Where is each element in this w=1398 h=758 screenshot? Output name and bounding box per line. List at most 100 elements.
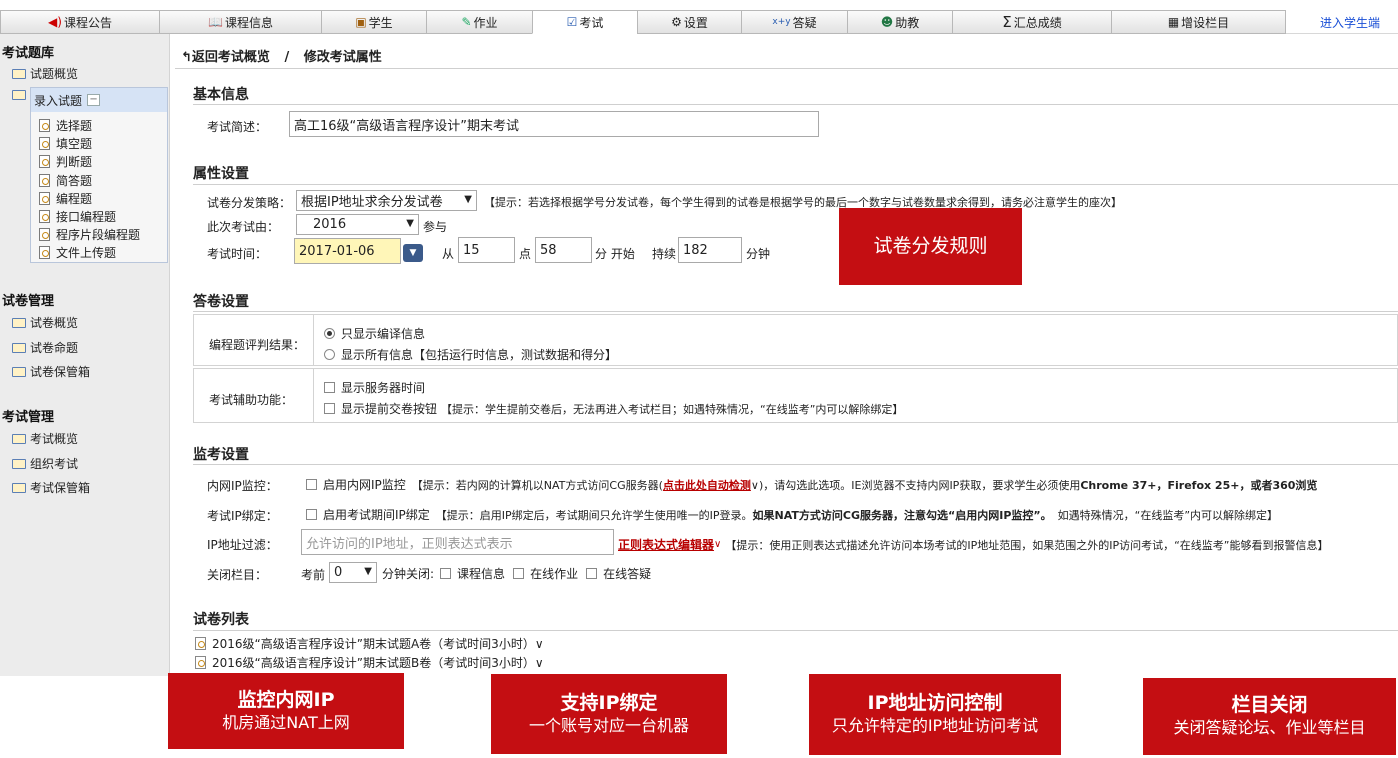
tab-exam[interactable]: ☑ 考试: [532, 10, 638, 34]
tab-assistant[interactable]: ☻ 助教: [847, 10, 953, 34]
hour-label: 点: [519, 247, 532, 261]
section-basic-title: 基本信息: [193, 87, 249, 103]
sidebar-item-choice[interactable]: 选择题: [39, 117, 92, 134]
checkbox-icon[interactable]: [324, 403, 335, 414]
document-icon: [39, 228, 50, 241]
checkbox-icon[interactable]: [306, 479, 317, 490]
breadcrumb: ↰返回考试概览 / 修改考试属性: [181, 46, 382, 65]
checkbox-icon[interactable]: [324, 382, 335, 393]
divider: [193, 311, 1398, 312]
tab-summary[interactable]: Σ 汇总成绩: [952, 10, 1112, 34]
tab-course-info[interactable]: 📖 课程信息: [159, 10, 322, 34]
divider: [175, 68, 1398, 69]
exam-desc-input[interactable]: 高工16级“高级语言程序设计”期末考试: [289, 111, 819, 137]
radio-compile-only[interactable]: 只显示编译信息: [324, 325, 425, 342]
duration-label: 持续: [652, 247, 677, 261]
participant-suffix: 参与: [423, 220, 448, 234]
checkbox-lan-monitor[interactable]: 启用内网IP监控 【提示：若内网的计算机以NAT方式访问CG服务器(点击此处自动…: [306, 476, 1317, 493]
tab-announcement[interactable]: ◀) 课程公告: [0, 10, 160, 34]
exam-date-input[interactable]: 2017-01-06: [294, 238, 401, 264]
tab-homework[interactable]: ✎ 作业: [426, 10, 533, 34]
sidebar-item-paper-vault[interactable]: 试卷保管箱: [12, 363, 90, 380]
back-link[interactable]: 返回考试概览: [192, 50, 270, 65]
grade-select[interactable]: 2016 ▼: [296, 214, 419, 235]
bind-hint-bold: 如果NAT方式访问CG服务器，注意勾选“启用内网IP监控”。: [752, 508, 1052, 522]
strategy-select[interactable]: 根据IP地址求余分发试卷 ▼: [296, 190, 477, 211]
document-icon: [39, 137, 50, 150]
sidebar-item-paper-overview[interactable]: 试卷概览: [12, 314, 78, 331]
sidebar-item-enter-questions[interactable]: 录入试题 −: [31, 88, 167, 112]
assistant-icon: ☻: [880, 15, 894, 29]
document-icon: [39, 246, 50, 259]
callout-close-columns: 栏目关闭 关闭答疑论坛、作业等栏目: [1143, 678, 1396, 755]
checkbox-ip-bind[interactable]: 启用考试期间IP绑定 【提示：启用IP绑定后，考试期间只允许学生使用唯一的IP登…: [306, 506, 1278, 523]
folder-icon: [12, 342, 26, 353]
participant-label: 此次考试由：: [207, 220, 280, 234]
book-icon: 📖: [208, 15, 223, 29]
checkbox-early-submit[interactable]: 显示提前交卷按钮 【提示：学生提前交卷后，无法再进入考试栏目；如遇特殊情况，“在线…: [324, 400, 903, 417]
close-minutes-select[interactable]: 0 ▼: [329, 562, 377, 583]
sidebar-item-true-false[interactable]: 判断题: [39, 153, 92, 170]
radio-selected-icon[interactable]: [324, 328, 335, 339]
sidebar-item-paper-compose[interactable]: 试卷命题: [12, 339, 78, 356]
collapse-icon[interactable]: −: [87, 94, 101, 106]
tab-add-column[interactable]: ▦ 增设栏目: [1111, 10, 1286, 34]
sidebar-item-exam-vault[interactable]: 考试保管箱: [12, 479, 90, 496]
enter-questions-panel: 录入试题 − 选择题 填空题 判断题 简答题 编程题 接口编程题 程序片段编程题 …: [30, 87, 168, 263]
sum-icon: Σ: [1002, 13, 1012, 31]
bind-hint-a: 【提示：启用IP绑定后，考试期间只允许学生使用唯一的IP登录。: [435, 508, 753, 522]
tab-students[interactable]: ▣ 学生: [321, 10, 427, 34]
paper-item-b[interactable]: 2016级“高级语言程序设计”期末试题B卷（考试时间3小时）∨: [195, 654, 544, 671]
main-content: ↰返回考试概览 / 修改考试属性 基本信息 考试简述： 高工16级“高级语言程序…: [175, 34, 1398, 676]
divider: [193, 184, 1398, 185]
bind-hint-b: 如遇特殊情况，“在线监考”内可以解除绑定】: [1057, 508, 1279, 522]
sidebar-item-exam-overview[interactable]: 考试概览: [12, 430, 78, 447]
tab-settings[interactable]: ⚙ 设置: [637, 10, 742, 34]
checkbox-icon[interactable]: [513, 568, 525, 579]
exam-icon: ☑: [566, 15, 578, 29]
speaker-icon: ◀): [48, 15, 62, 29]
exam-time-label: 考试时间：: [207, 247, 268, 261]
auto-detect-link[interactable]: 点击此处自动检测: [663, 477, 751, 493]
dropdown-arrow-icon: ▼: [406, 218, 414, 229]
document-icon: [39, 192, 50, 205]
section-monitor-title: 监考设置: [193, 447, 249, 463]
sidebar-item-organize-exam[interactable]: 组织考试: [12, 455, 78, 472]
checkbox-icon[interactable]: [440, 568, 452, 579]
sidebar-folder-enter-questions: [12, 90, 30, 100]
back-arrow-icon[interactable]: ↰: [181, 50, 192, 65]
checkbox-server-time[interactable]: 显示服务器时间: [324, 379, 425, 396]
sidebar-item-interface-programming[interactable]: 接口编程题: [39, 208, 116, 225]
radio-show-all[interactable]: 显示所有信息【包括运行时信息，测试数据和得分】: [324, 346, 617, 363]
sidebar-item-programming[interactable]: 编程题: [39, 190, 92, 207]
start-minute-input[interactable]: 58: [535, 237, 592, 263]
strategy-hint: 【提示：若选择根据学号分发试卷，每个学生得到的试卷是根据学号的最后一个数字与试卷…: [484, 196, 1122, 209]
paper-item-a[interactable]: 2016级“高级语言程序设计”期末试题A卷（考试时间3小时）∨: [195, 635, 544, 652]
sidebar-item-fill-blank[interactable]: 填空题: [39, 135, 92, 152]
ip-filter-label: IP地址过滤：: [207, 538, 278, 552]
student-side-link[interactable]: 进入学生端: [1290, 10, 1398, 34]
checkbox-icon[interactable]: [586, 568, 598, 579]
checkbox-icon[interactable]: [306, 509, 317, 520]
callout-ip-bind: 支持IP绑定 一个账号对应一台机器: [491, 674, 727, 754]
sidebar-item-fragment-programming[interactable]: 程序片段编程题: [39, 226, 140, 243]
start-hour-input[interactable]: 15: [458, 237, 515, 263]
desc-label: 考试简述：: [207, 120, 268, 134]
regex-editor-link[interactable]: 正则表达式编辑器: [618, 536, 714, 553]
ip-filter-input[interactable]: 允许访问的IP地址，正则表达式表示: [301, 529, 614, 555]
regex-editor-row: 正则表达式编辑器 ∨ 【提示：使用正则表达式描述允许访问本场考试的IP地址范围，如果…: [618, 536, 1329, 553]
sidebar-item-file-upload[interactable]: 文件上传题: [39, 244, 116, 261]
duration-input[interactable]: 182: [678, 237, 742, 263]
sidebar-item-question-overview[interactable]: 试题概览: [12, 65, 78, 82]
homework-icon: ✎: [461, 15, 472, 29]
sidebar-item-short-answer[interactable]: 简答题: [39, 172, 92, 189]
chevron-down-icon[interactable]: ∨: [714, 539, 721, 550]
sidebar-title-exam-management: 考试管理: [2, 410, 55, 425]
tab-qa[interactable]: x+y 答疑: [741, 10, 848, 34]
lan-hint-browsers: Chrome 37+，Firefox 25+，或者360浏览: [1080, 478, 1318, 492]
radio-icon[interactable]: [324, 349, 335, 360]
divider: [193, 464, 1398, 465]
document-icon: [39, 210, 50, 223]
close-online-homework: 在线作业: [530, 567, 579, 581]
calendar-icon[interactable]: ▼: [403, 244, 423, 262]
